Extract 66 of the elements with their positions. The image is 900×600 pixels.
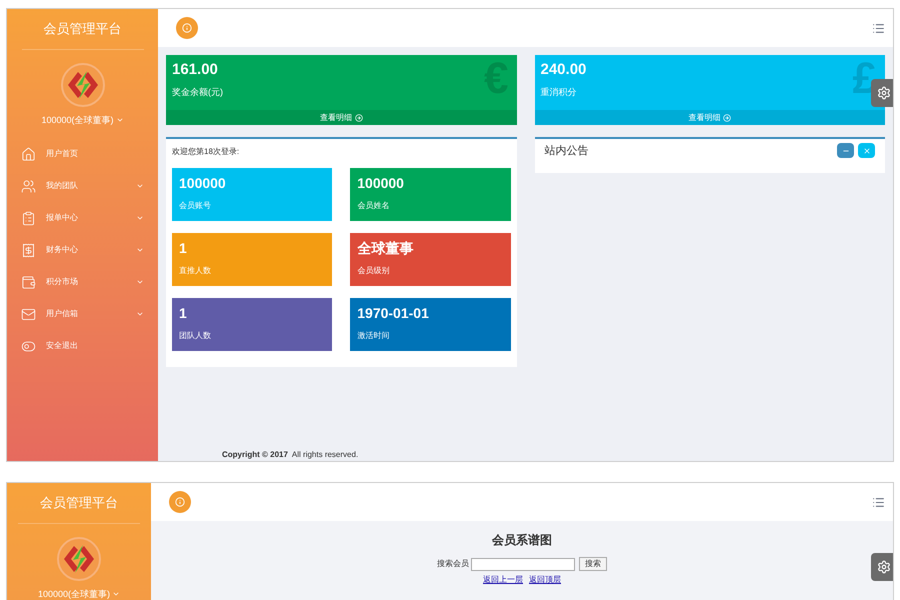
info-button[interactable] [169,491,191,513]
users-icon [21,178,36,194]
stat-value: 240.00 [540,62,588,77]
home-icon [21,146,36,162]
welcome-text: 欢迎您第18次登录: [172,146,240,158]
close-button[interactable] [858,143,875,158]
clipboard-icon [21,210,36,226]
info-label: 会员级别 [357,265,390,277]
info-label: 会员账号 [179,200,212,212]
copyright-text: Copyright © 2017 [222,449,288,461]
user-menu[interactable]: 100000(全球董事) [41,114,124,127]
close-icon [862,146,870,154]
info-icon [175,497,185,507]
user-menu[interactable]: 100000(全球董事) [38,588,120,600]
mail-icon [21,306,36,322]
info-value: 1 [179,306,188,320]
currency-symbol: € [484,57,508,101]
sidebar-item[interactable]: 报单中心 [46,212,136,224]
settings-tab[interactable] [871,553,893,581]
sidebar-title: 会员管理平台 [18,493,140,524]
caret-icon [136,182,144,190]
sidebar-item[interactable]: 用户首页 [46,148,144,160]
search-field[interactable] [471,558,575,570]
stat-value: 161.00 [172,62,219,77]
caret-icon [136,278,144,286]
page-title: 会员系谱图 [492,532,552,549]
nav-link[interactable]: 返回上一层 [483,574,523,586]
info-label: 团队人数 [179,330,212,342]
toggle-icon [21,338,36,354]
wallet-icon [21,274,36,290]
stat-label: 奖金余额(元) [172,86,224,99]
search-label: 搜索会员 [437,558,469,570]
sidebar-item[interactable]: 我的团队 [46,180,136,192]
menu-icon[interactable] [872,22,885,34]
sidebar-title: 会员管理平台 [22,19,144,50]
info-value: 全球董事 [357,241,414,255]
details-link[interactable]: 查看明细 [166,110,516,125]
nav-link[interactable]: 返回顶层 [529,574,561,586]
logo-icon [56,536,102,582]
info-value: 100000 [179,176,227,190]
sidebar-item[interactable]: 积分市场 [46,276,136,288]
info-value: 1970-01-01 [357,306,430,320]
caret-icon [136,246,144,254]
info-icon [182,23,192,33]
settings-icon [877,560,891,574]
search-button[interactable]: 搜索 [579,557,607,571]
info-label: 直推人数 [179,265,212,277]
info-label: 会员姓名 [357,200,390,212]
info-label: 激活时间 [357,330,390,342]
details-link[interactable]: 查看明细 [534,110,885,125]
stat-label: 重消积分 [540,86,578,99]
sidebar-item[interactable]: 财务中心 [46,244,136,256]
receipt-icon [21,242,36,258]
sidebar-item[interactable]: 安全退出 [46,340,144,352]
sidebar-item[interactable]: 用户信箱 [46,308,136,320]
rights-text: All rights reserved. [292,449,358,461]
notice-title: 站内公告 [544,144,588,159]
info-value: 100000 [357,176,405,190]
logo-icon [60,62,106,108]
caret-icon [136,310,144,318]
info-value: 1 [179,241,188,255]
menu-icon[interactable] [872,496,885,508]
collapse-button[interactable] [837,143,854,158]
caret-icon [136,214,144,222]
settings-icon [877,86,891,100]
info-button[interactable] [176,17,198,39]
